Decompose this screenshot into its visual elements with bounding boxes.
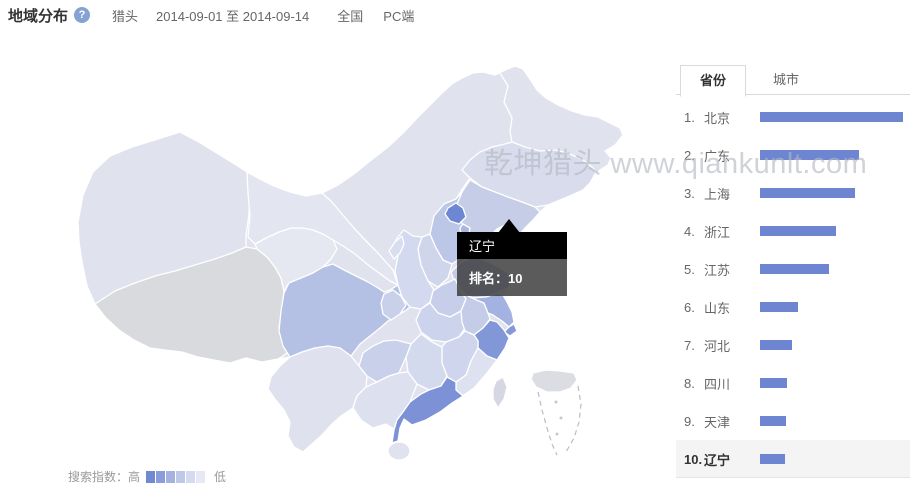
rank-bar	[760, 454, 785, 464]
province-name: 浙江	[704, 222, 760, 241]
rank-bar	[760, 188, 855, 198]
tooltip-arrow-icon	[498, 219, 520, 233]
legend-high-label: 搜索指数：高	[68, 468, 140, 485]
legend-swatch	[186, 471, 195, 483]
list-item[interactable]: 5.江苏	[676, 250, 910, 288]
scs-island-dot	[556, 433, 559, 436]
province-rank-list: 1.北京 2.广东 3.上海 4.浙江 5.江苏 6.山东 7.河北 8.四川 …	[676, 98, 910, 478]
list-item[interactable]: 1.北京	[676, 98, 910, 136]
rank-number: 7.	[684, 338, 704, 353]
province-name: 辽宁	[704, 450, 760, 469]
rank-number: 6.	[684, 300, 704, 315]
page-title: 地域分布	[8, 5, 68, 26]
rank-bar	[760, 226, 836, 236]
rank-bar	[760, 378, 787, 388]
page-header: 地域分布 ? 猎头 2014-09-01 至 2014-09-14 全国 PC端	[0, 0, 910, 30]
legend-low-label: 低	[214, 468, 226, 485]
rank-number: 2.	[684, 148, 704, 163]
panel-tabs: 省份 城市	[676, 65, 910, 95]
list-item[interactable]: 9.天津	[676, 402, 910, 440]
rank-number: 4.	[684, 224, 704, 239]
rank-bar	[760, 416, 786, 426]
legend-swatch	[146, 471, 155, 483]
list-item[interactable]: 3.上海	[676, 174, 910, 212]
rank-number: 9.	[684, 414, 704, 429]
list-item[interactable]: 7.河北	[676, 326, 910, 364]
list-item[interactable]: 4.浙江	[676, 212, 910, 250]
province-name: 山东	[704, 298, 760, 317]
rank-number: 1.	[684, 110, 704, 125]
province-name: 广东	[704, 146, 760, 165]
ranking-panel: 省份 城市 1.北京 2.广东 3.上海 4.浙江 5.江苏 6.山东 7.河北…	[676, 65, 910, 478]
help-icon[interactable]: ?	[74, 7, 90, 23]
rank-bar	[760, 112, 903, 122]
province-name: 河北	[704, 336, 760, 355]
rank-number: 8.	[684, 376, 704, 391]
rank-number: 3.	[684, 186, 704, 201]
list-item-highlighted[interactable]: 10.辽宁	[676, 440, 910, 478]
list-item[interactable]: 8.四川	[676, 364, 910, 402]
scs-island-dot	[555, 401, 558, 404]
legend-swatches	[146, 471, 206, 483]
keyword-label: 猎头	[112, 6, 138, 25]
search-index-legend: 搜索指数：高 低	[68, 468, 226, 485]
list-item[interactable]: 6.山东	[676, 288, 910, 326]
legend-swatch	[166, 471, 175, 483]
province-name: 江苏	[704, 260, 760, 279]
rank-bar	[760, 340, 792, 350]
tooltip-title: 辽宁	[457, 232, 567, 259]
province-name: 上海	[704, 184, 760, 203]
province-name: 天津	[704, 412, 760, 431]
province-name: 四川	[704, 374, 760, 393]
rank-bar	[760, 302, 798, 312]
legend-swatch	[176, 471, 185, 483]
nine-dash-line-left	[538, 392, 557, 455]
map-tooltip: 辽宁 排名：10	[457, 232, 567, 296]
date-range-label: 2014-09-01 至 2014-09-14	[156, 6, 309, 25]
tooltip-rank-value: 10	[508, 271, 522, 286]
map-region-hainan[interactable]	[388, 442, 410, 460]
tab-province[interactable]: 省份	[680, 65, 746, 97]
map-region-south-china-sea-inset	[531, 370, 577, 392]
rank-bar	[760, 264, 829, 274]
tab-city[interactable]: 城市	[756, 65, 816, 94]
map-region-taiwan[interactable]	[493, 377, 507, 408]
rank-bar	[760, 150, 859, 160]
map-region-yunnan[interactable]	[268, 346, 367, 452]
rank-number: 10.	[684, 452, 704, 467]
rank-number: 5.	[684, 262, 704, 277]
legend-swatch	[156, 471, 165, 483]
platform-label: PC端	[383, 6, 414, 25]
panel-bottom-divider	[676, 477, 910, 478]
nine-dash-line-right	[566, 386, 581, 452]
tooltip-rank: 排名：10	[457, 259, 567, 296]
list-item[interactable]: 2.广东	[676, 136, 910, 174]
province-name: 北京	[704, 108, 760, 127]
scs-island-dot	[560, 417, 563, 420]
region-label: 全国	[337, 6, 363, 25]
tooltip-rank-label: 排名：	[469, 271, 508, 286]
legend-swatch	[196, 471, 205, 483]
